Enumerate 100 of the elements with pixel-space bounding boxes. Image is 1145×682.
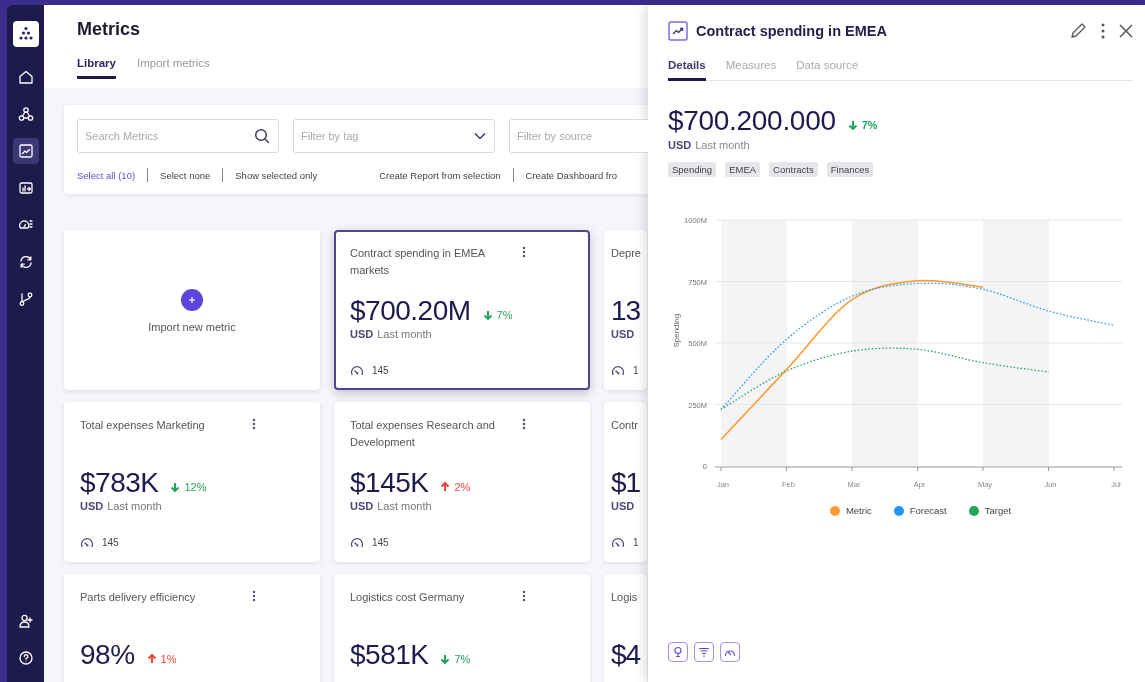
change-percent: 7% <box>861 119 878 131</box>
usage-count: 145 <box>372 536 389 548</box>
source-field[interactable]: Filter by source <box>509 119 648 153</box>
gauge-icon <box>611 364 625 376</box>
tag-chip: Contracts <box>769 162 818 177</box>
currency-label: USD <box>80 500 104 512</box>
more-icon[interactable] <box>522 418 526 430</box>
currency-label: USD <box>668 139 692 151</box>
metric-card[interactable]: Parts delivery efficiency 98% 1% <box>64 574 320 682</box>
more-icon[interactable] <box>1101 23 1105 39</box>
pencil-icon[interactable] <box>1069 22 1087 40</box>
more-icon[interactable] <box>522 590 526 602</box>
tag-chip: Spending <box>668 162 717 177</box>
legend-label: Metric <box>845 505 872 516</box>
gauge-icon <box>350 364 364 376</box>
period-label: Last month <box>695 139 750 151</box>
metric-value: $700.20M <box>350 295 471 327</box>
period-label: Last month <box>377 328 432 340</box>
plus-icon <box>188 295 196 304</box>
bar-chart-icon <box>17 180 34 196</box>
change-percent: 2% <box>454 481 471 493</box>
metric-card[interactable]: Total expenses Marketing $783K 12% USD Last month 145 <box>64 402 320 562</box>
usage-count: 145 <box>102 536 119 548</box>
legend-label: Target <box>984 505 1012 516</box>
axis-title: Spending <box>672 313 681 348</box>
period-label: Last month <box>107 500 162 512</box>
tag-dropdown[interactable]: Filter by tag <box>293 119 495 153</box>
legend-label: Forecast <box>909 505 947 516</box>
metric-title: Total expenses Marketing <box>80 418 206 433</box>
nav-item[interactable] <box>12 138 39 164</box>
page-title: Metrics <box>77 18 142 41</box>
metric-title: Contr <box>611 418 639 433</box>
chart-icon <box>17 143 34 159</box>
metric-card[interactable]: Logis $4 <box>604 574 647 682</box>
change-percent: 7% <box>496 309 513 321</box>
branch-icon <box>17 291 34 307</box>
tool-button[interactable] <box>720 642 740 662</box>
metric-title: Logistics cost Germany <box>350 590 466 605</box>
chart-icon <box>668 21 688 41</box>
metric-title: Logis <box>611 590 639 605</box>
metric-value: 13 <box>611 295 641 327</box>
metric-card[interactable]: Depre 13 USD 1 <box>604 230 647 390</box>
tool-button[interactable] <box>694 642 714 662</box>
period-label: Last month <box>377 500 432 512</box>
help-icon <box>17 650 34 666</box>
more-icon[interactable] <box>252 418 256 430</box>
metric-value: $1 <box>611 467 641 499</box>
metric-value: 98% <box>80 639 135 671</box>
currency-label: USD <box>350 328 374 340</box>
currency-label: USD <box>611 500 635 512</box>
tab[interactable]: Library <box>77 57 116 79</box>
usage-count: 1 <box>633 364 639 376</box>
sync-icon <box>17 254 34 270</box>
filter-lines-icon <box>698 646 710 658</box>
metric-value: $581K <box>350 639 429 671</box>
currency-label: USD <box>350 500 374 512</box>
usage-count: 1 <box>633 536 639 548</box>
metric-value: $145K <box>350 467 429 499</box>
metric-title: Contract spending in EMEA markets <box>350 246 486 278</box>
app-logo[interactable] <box>12 21 39 47</box>
metric-card[interactable]: Contract spending in EMEA markets $700.20M 7% USD Last month 145 <box>334 230 590 390</box>
change-percent: 7% <box>454 653 471 665</box>
lightbulb-icon <box>672 646 684 658</box>
search-field[interactable]: Search Metrics <box>77 119 279 153</box>
tag-chip: Finances <box>826 162 874 177</box>
import-label: Import new metric <box>148 320 236 333</box>
change-percent: 12% <box>184 481 207 493</box>
chevron-down-icon <box>474 132 486 140</box>
nodes-icon <box>17 106 34 122</box>
home-icon <box>17 69 34 85</box>
gauge-icon <box>611 536 625 548</box>
close-icon[interactable] <box>1119 24 1133 38</box>
tag-chip: EMEA <box>725 162 761 177</box>
metric-card[interactable]: Logistics cost Germany $581K 7% <box>334 574 590 682</box>
tool-button[interactable] <box>668 642 688 662</box>
tab[interactable]: Details <box>668 59 706 81</box>
change-percent: 1% <box>160 653 177 665</box>
selection-link[interactable]: Select all (10) <box>77 169 136 181</box>
gauge-icon <box>80 536 94 548</box>
selection-link[interactable]: Show selected only <box>235 169 318 181</box>
add-button[interactable] <box>181 288 203 311</box>
more-icon[interactable] <box>522 246 526 258</box>
more-icon[interactable] <box>252 590 256 602</box>
metric-title: Depre <box>611 246 642 261</box>
import-card[interactable]: Import new metric <box>64 230 320 390</box>
create-link[interactable]: Create Dashboard fro <box>525 169 617 181</box>
metric-card[interactable]: Total expenses Research and Development $145K 2% USD Last month 145 <box>334 402 590 562</box>
metric-card[interactable]: Contr $1 USD 1 <box>604 402 647 562</box>
search-icon <box>254 128 270 144</box>
add-user-icon <box>17 613 34 629</box>
gauge-icon <box>350 536 364 548</box>
metric-value: $4 <box>611 639 641 671</box>
currency-label: USD <box>611 328 635 340</box>
selection-link[interactable]: Select none <box>160 169 211 181</box>
panel-title: Contract spending in EMEA <box>696 23 888 39</box>
metric-title: Parts delivery efficiency <box>80 590 197 605</box>
usage-count: 145 <box>372 364 389 376</box>
metric-value: $700.200.000 <box>668 105 836 137</box>
create-link[interactable]: Create Report from selection <box>379 169 501 181</box>
metric-title: Total expenses Research and Development <box>350 418 496 450</box>
